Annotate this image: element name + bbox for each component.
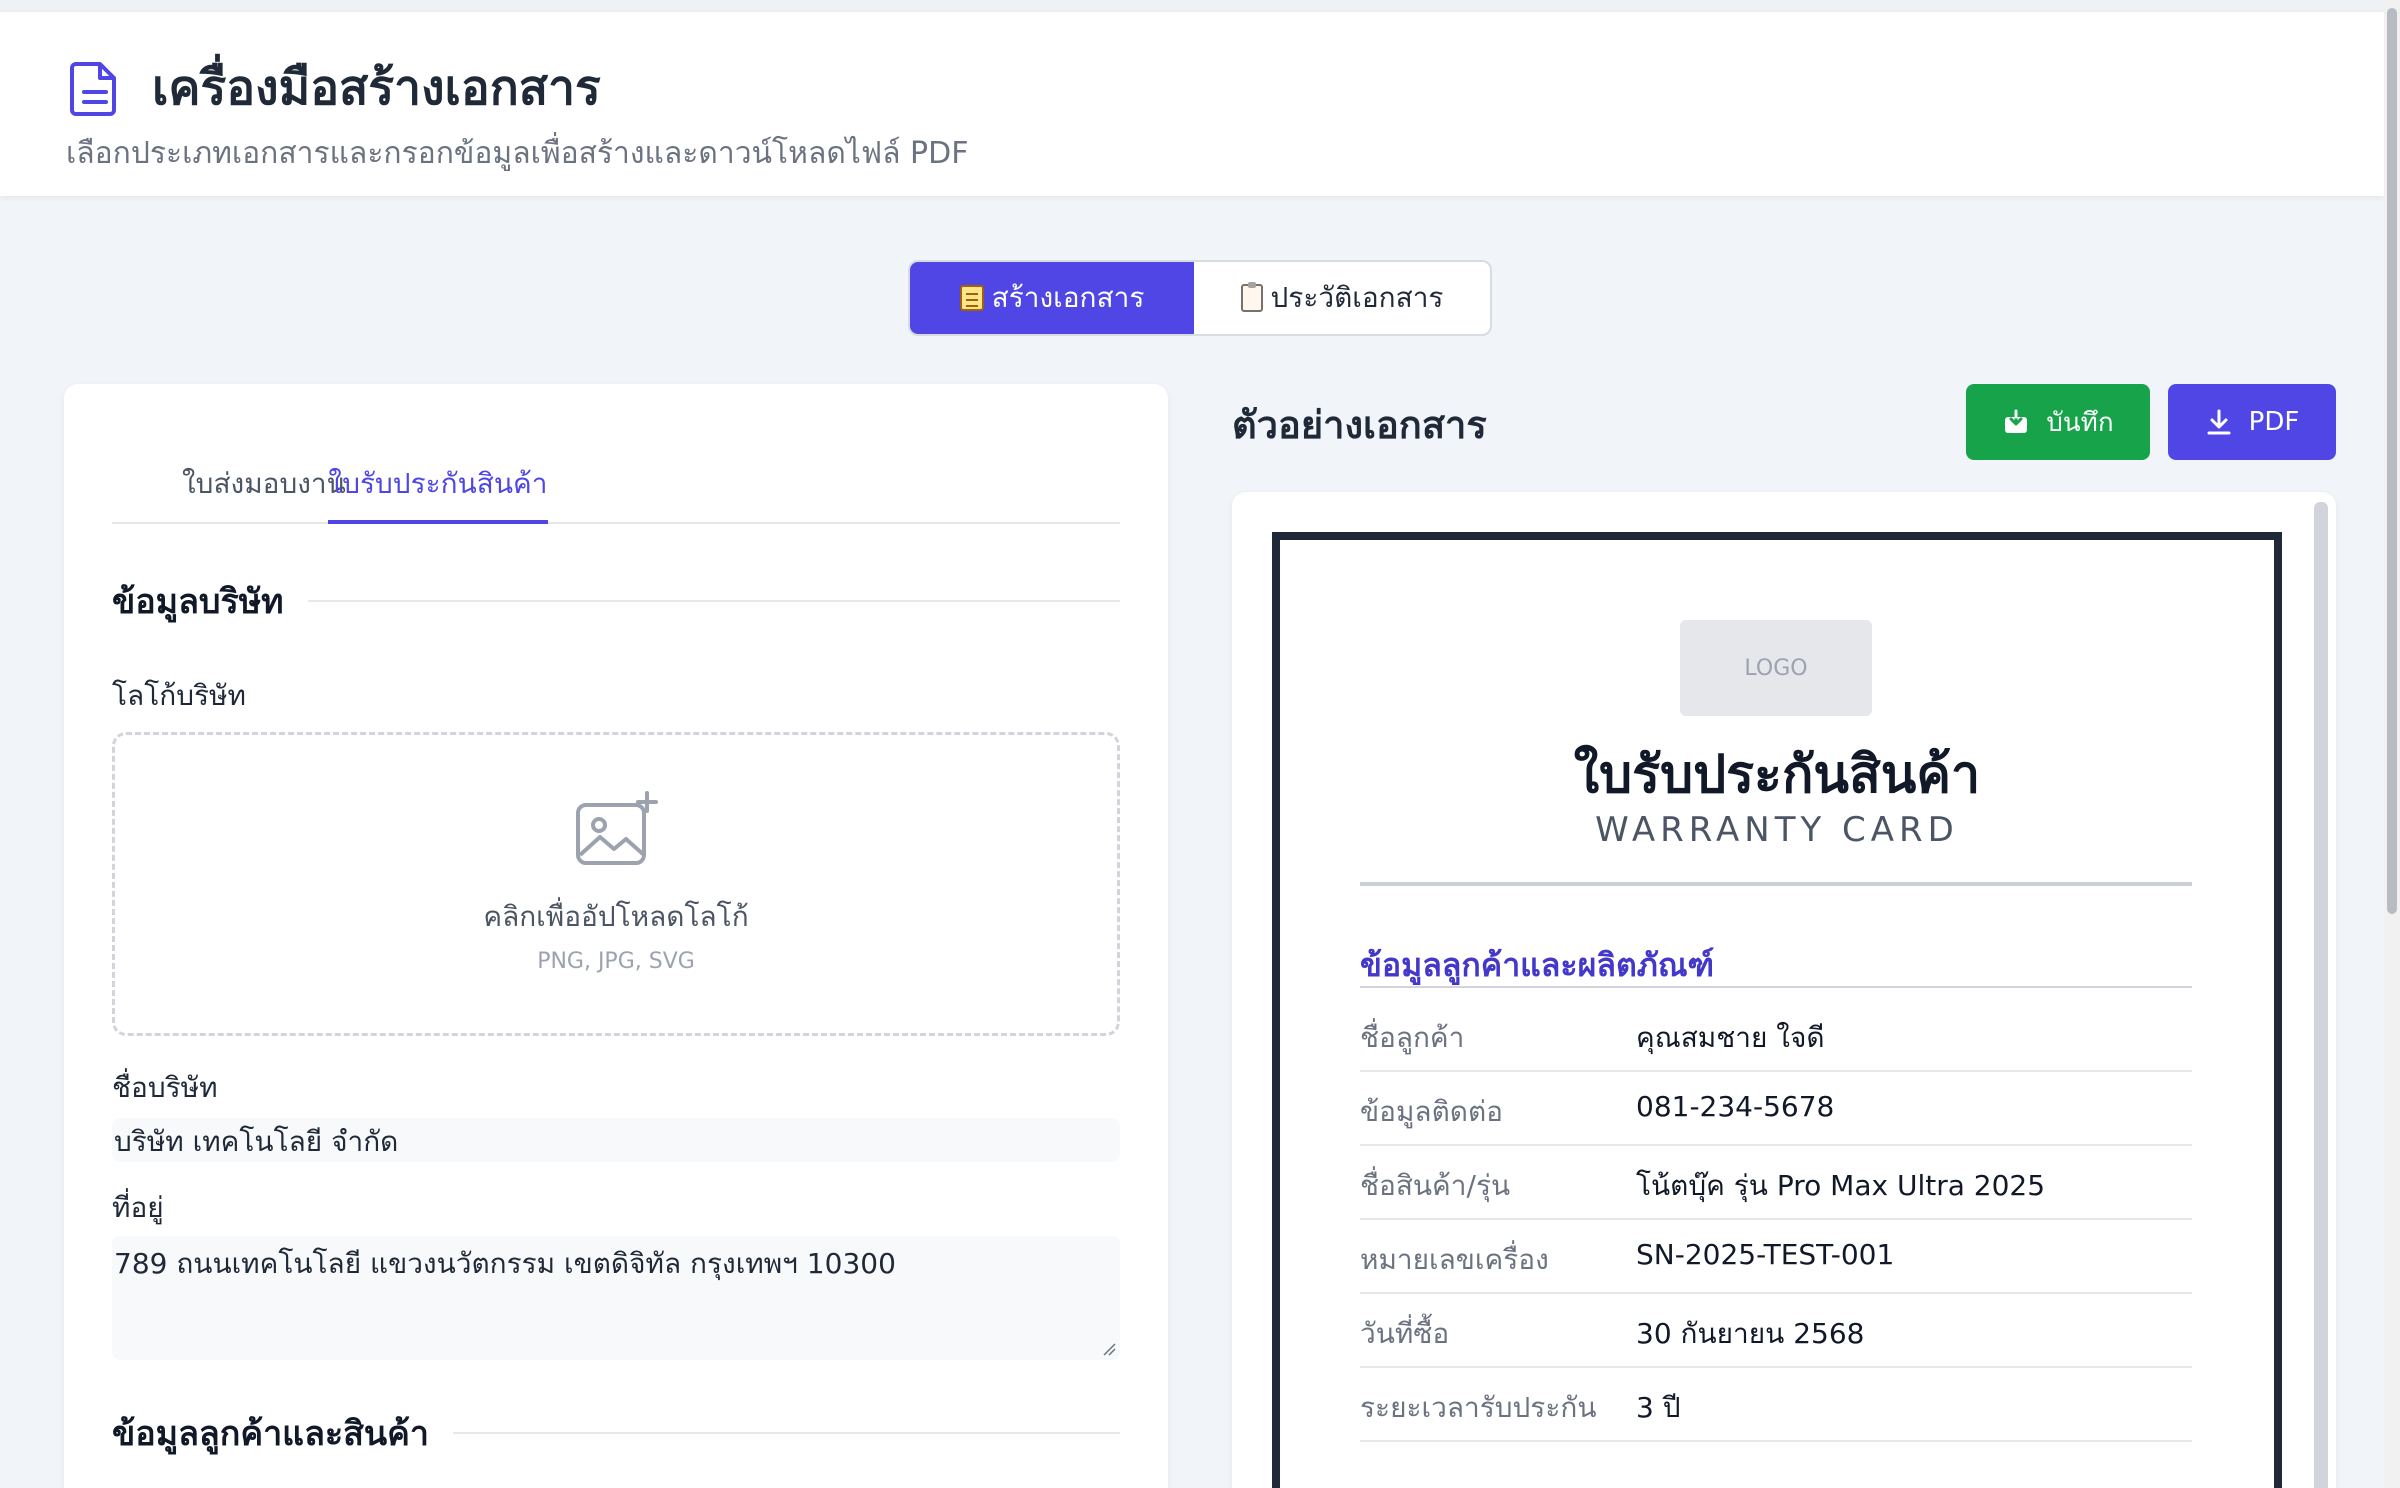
- tab-delivery-note[interactable]: ใบส่งมอบงาน: [182, 450, 346, 524]
- top-strip: [0, 0, 2400, 12]
- info-value: โน้ตบุ๊ค รุ่น Pro Max Ultra 2025: [1636, 1169, 2046, 1202]
- document-title: ใบรับประกันสินค้า: [1573, 745, 1981, 805]
- preview-scrollbar[interactable]: [2314, 502, 2328, 1488]
- save-button[interactable]: บันทึก: [1966, 384, 2150, 460]
- download-pdf-label: PDF: [2248, 407, 2300, 437]
- info-label: ชื่อสินค้า/รุ่น: [1360, 1169, 1511, 1202]
- save-button-label: บันทึก: [2046, 407, 2114, 438]
- logo-placeholder: LOGO: [1680, 620, 1872, 716]
- view-toggle: สร้างเอกสาร ประวัติเอกสาร: [908, 260, 1492, 336]
- info-label: ชื่อลูกค้า: [1360, 1021, 1465, 1054]
- document-subtitle: WARRANTY CARD: [1595, 810, 1959, 850]
- logo-label: โลโก้บริษัท: [112, 679, 246, 712]
- info-row-customer-name: ชื่อลูกค้า คุณสมชาย ใจดี: [1360, 998, 2192, 1072]
- info-label: ระยะเวลารับประกัน: [1360, 1391, 1597, 1424]
- page-title: เครื่องมือสร้างเอกสาร: [152, 60, 601, 116]
- address-value: 789 ถนนเทคโนโลยี แขวงนวัตกรรม เขตดิจิทัล…: [114, 1247, 896, 1280]
- document-divider: [1360, 882, 2192, 886]
- customer-section-heading: ข้อมูลลูกค้าและสินค้า: [112, 1406, 1120, 1460]
- tab-warranty-card[interactable]: ใบรับประกันสินค้า: [328, 450, 548, 524]
- address-label: ที่อยู่: [112, 1191, 164, 1224]
- info-row-contact: ข้อมูลติดต่อ 081-234-5678: [1360, 1072, 2192, 1146]
- upload-hint: PNG, JPG, SVG: [537, 949, 695, 974]
- image-add-icon: [576, 791, 658, 865]
- form-card: ใบส่งมอบงาน ใบรับประกันสินค้า ข้อมูลบริษ…: [64, 384, 1168, 1488]
- page-scrollbar[interactable]: [2384, 0, 2400, 1488]
- info-row-serial-number: หมายเลขเครื่อง SN-2025-TEST-001: [1360, 1220, 2192, 1294]
- info-value: SN-2025-TEST-001: [1636, 1238, 1895, 1271]
- info-row-warranty-period: ระยะเวลารับประกัน 3 ปี: [1360, 1368, 2192, 1442]
- company-section-heading: ข้อมูลบริษัท: [112, 574, 1120, 628]
- logo-upload-dropzone[interactable]: คลิกเพื่ออัปโหลดโลโก้ PNG, JPG, SVG: [112, 732, 1120, 1036]
- preview-title: ตัวอย่างเอกสาร: [1232, 403, 1487, 447]
- clipboard-icon: [1240, 282, 1263, 312]
- document-section-title: ข้อมูลลูกค้าและผลิตภัณฑ์: [1360, 946, 1715, 984]
- download-icon: [2207, 409, 2231, 435]
- section-divider: [1360, 986, 2192, 988]
- info-label: วันที่ซื้อ: [1360, 1317, 1450, 1350]
- tab-create-document[interactable]: สร้างเอกสาร: [910, 262, 1194, 334]
- tab-document-history[interactable]: ประวัติเอกสาร: [1194, 262, 1490, 334]
- company-name-input[interactable]: บริษัท เทคโนโลยี จำกัด: [112, 1118, 1120, 1162]
- section-divider: [453, 1432, 1120, 1434]
- info-row-purchase-date: วันที่ซื้อ 30 กันยายน 2568: [1360, 1294, 2192, 1368]
- info-label: ข้อมูลติดต่อ: [1360, 1095, 1503, 1128]
- resize-handle-icon[interactable]: [1102, 1342, 1116, 1356]
- info-value: 3 ปี: [1636, 1391, 1681, 1424]
- info-value: 081-234-5678: [1636, 1090, 1835, 1123]
- info-row-product-model: ชื่อสินค้า/รุ่น โน้ตบุ๊ค รุ่น Pro Max Ul…: [1360, 1146, 2192, 1220]
- page-scrollbar-thumb[interactable]: [2387, 8, 2397, 914]
- memo-icon: [959, 285, 984, 311]
- document-preview: LOGO ใบรับประกันสินค้า WARRANTY CARD ข้อ…: [1232, 492, 2336, 1488]
- customer-section-title: ข้อมูลลูกค้าและสินค้า: [112, 1414, 430, 1454]
- warranty-document: LOGO ใบรับประกันสินค้า WARRANTY CARD ข้อ…: [1272, 532, 2282, 1488]
- tab-document-history-label: ประวัติเอกสาร: [1270, 281, 1444, 314]
- company-section-title: ข้อมูลบริษัท: [112, 582, 284, 622]
- download-pdf-button[interactable]: PDF: [2168, 384, 2336, 460]
- company-name-label: ชื่อบริษัท: [112, 1071, 218, 1104]
- info-value: 30 กันยายน 2568: [1636, 1317, 1865, 1350]
- info-value: คุณสมชาย ใจดี: [1636, 1021, 1825, 1054]
- app-header: เครื่องมือสร้างเอกสาร เลือกประเภทเอกสารแ…: [0, 12, 2384, 196]
- document-icon: [70, 62, 116, 116]
- tab-create-document-label: สร้างเอกสาร: [991, 281, 1145, 314]
- document-type-tabs: ใบส่งมอบงาน ใบรับประกันสินค้า: [112, 450, 1120, 524]
- page-subtitle: เลือกประเภทเอกสารและกรอกข้อมูลเพื่อสร้าง…: [66, 136, 969, 171]
- address-textarea[interactable]: 789 ถนนเทคโนโลยี แขวงนวัตกรรม เขตดิจิทัล…: [112, 1236, 1120, 1360]
- section-divider: [307, 600, 1120, 602]
- upload-text: คลิกเพื่ออัปโหลดโลโก้: [483, 900, 749, 933]
- info-label: หมายเลขเครื่อง: [1360, 1243, 1549, 1276]
- save-download-icon: [2005, 409, 2028, 433]
